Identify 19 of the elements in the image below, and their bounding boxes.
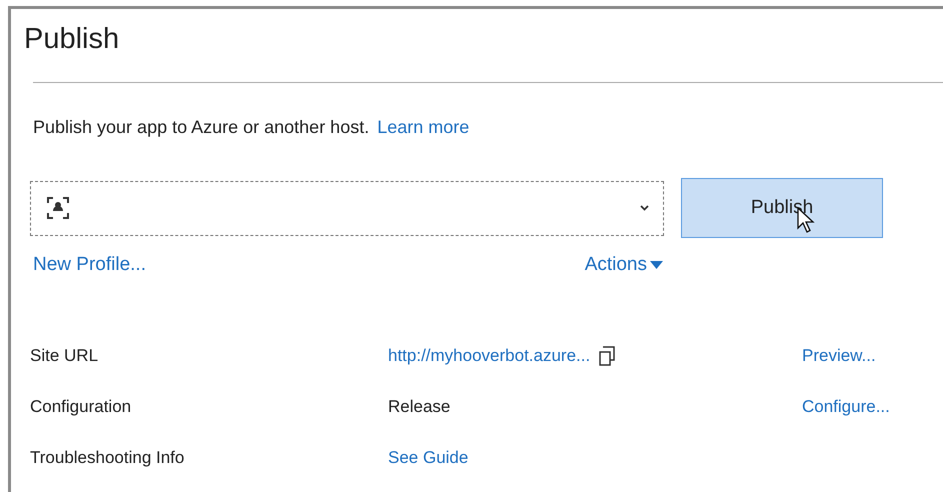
chevron-down-icon xyxy=(640,205,649,211)
detail-label: Configuration xyxy=(30,397,132,417)
detail-action-link[interactable]: Configure... xyxy=(802,397,942,417)
detail-action-link[interactable]: Preview... xyxy=(802,346,942,366)
learn-more-link[interactable]: Learn more xyxy=(377,117,470,138)
profile-dropdown[interactable] xyxy=(30,180,664,236)
copy-icon[interactable] xyxy=(598,346,616,366)
detail-link[interactable]: See Guide xyxy=(388,448,468,468)
profile-icon xyxy=(47,197,69,219)
actions-menu[interactable]: Actions xyxy=(584,254,663,276)
detail-label: Troubleshooting Info xyxy=(30,448,186,468)
new-profile-link[interactable]: New Profile... xyxy=(33,254,146,276)
dropdown-triangle-icon xyxy=(650,261,663,269)
detail-link[interactable]: http://myhooverbot.azure... xyxy=(388,346,590,366)
publish-button[interactable]: Publish xyxy=(681,178,883,238)
detail-value: Release xyxy=(388,397,450,417)
detail-label: Site URL xyxy=(30,346,100,366)
panel-title: Publish xyxy=(23,23,120,56)
description-text: Publish your app to Azure or another host. xyxy=(33,117,370,138)
